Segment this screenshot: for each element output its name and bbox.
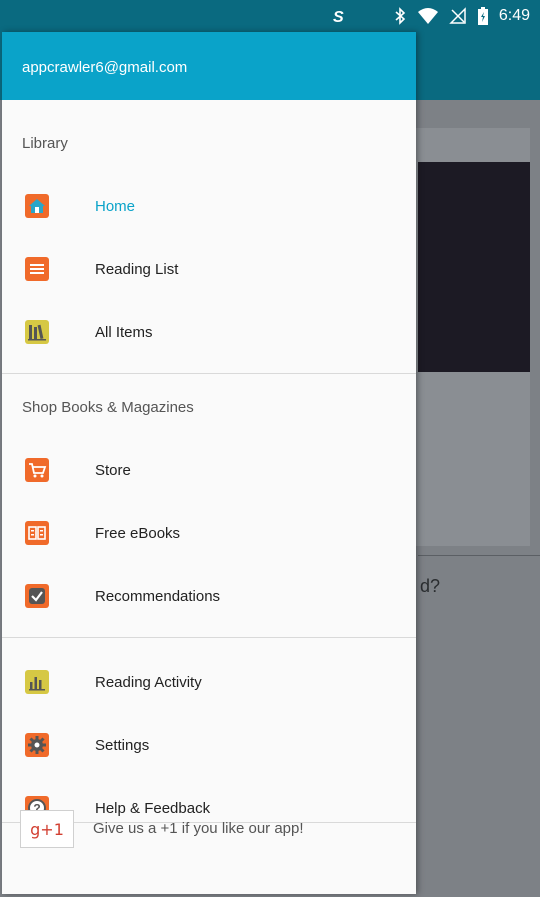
drawer-item-label: All Items (95, 323, 153, 341)
drawer-item-label: Store (95, 461, 131, 479)
drawer-item-settings[interactable]: Settings (2, 723, 416, 767)
drawer-divider (2, 373, 416, 374)
navigation-drawer: appcrawler6@gmail.com Library Home Readi… (2, 32, 416, 894)
drawer-item-recommendations[interactable]: Recommendations (2, 574, 416, 618)
section-library: Library (22, 135, 68, 152)
home-icon (24, 193, 50, 219)
list-icon (24, 256, 50, 282)
bluetooth-icon (393, 7, 407, 25)
background-partial-text: d? (420, 576, 441, 596)
drawer-item-free-ebooks[interactable]: Free eBooks (2, 511, 416, 555)
account-email[interactable]: appcrawler6@gmail.com (22, 59, 187, 76)
drawer-item-reading-activity[interactable]: Reading Activity (2, 660, 416, 704)
ebook-icon (24, 520, 50, 546)
drawer-item-label: Home (95, 197, 136, 215)
drawer-item-label: Reading List (95, 260, 179, 278)
drawer-item-label: Help & Feedback (95, 799, 211, 817)
cart-icon (24, 457, 50, 483)
bar-chart-icon (24, 669, 50, 695)
drawer-header[interactable]: appcrawler6@gmail.com (2, 32, 416, 100)
s-app-icon: S (331, 7, 349, 25)
drawer-item-all-items[interactable]: All Items (2, 310, 416, 354)
books-icon (24, 319, 50, 345)
drawer-item-label: Recommendations (95, 587, 221, 605)
drawer-item-label: Free eBooks (95, 524, 181, 542)
background-divider (418, 555, 540, 556)
status-bar: S 6:49 (0, 0, 540, 32)
gplus-label[interactable]: Give us a +1 if you like our app! (93, 820, 304, 837)
check-icon (24, 583, 50, 609)
drawer-divider (2, 637, 416, 638)
drawer-item-home[interactable]: Home (2, 184, 416, 228)
battery-icon (477, 6, 489, 26)
drawer-item-reading-list[interactable]: Reading List (2, 247, 416, 291)
gear-icon (24, 732, 50, 758)
background-cover-image (418, 162, 530, 372)
svg-text:S: S (333, 9, 344, 25)
gplus-button[interactable]: g+1 (20, 810, 74, 848)
drawer-item-label: Settings (95, 736, 150, 754)
drawer-item-label: Reading Activity (95, 673, 202, 691)
wifi-icon (417, 7, 439, 25)
status-time: 6:49 (498, 7, 530, 24)
gplus-badge-text: g+1 (30, 819, 64, 839)
no-signal-icon (449, 7, 467, 25)
section-shop: Shop Books & Magazines (22, 399, 194, 416)
drawer-item-store[interactable]: Store (2, 448, 416, 492)
